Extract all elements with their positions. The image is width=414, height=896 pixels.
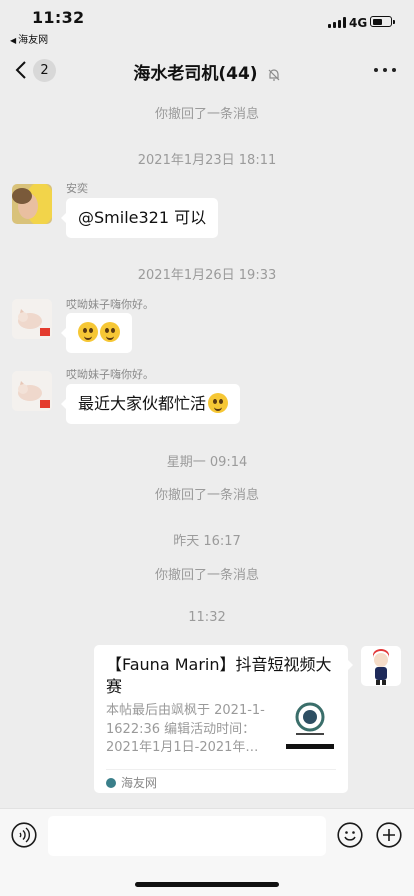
link-card[interactable]: 【Fauna Marin】抖音短视频大赛 本帖最后由飒枫于 2021-1-162… bbox=[94, 645, 353, 793]
source-logo-icon bbox=[106, 777, 116, 788]
flushed-face-emoji-icon bbox=[100, 322, 120, 342]
more-functions-plus-icon[interactable] bbox=[376, 822, 402, 848]
avatar-anyi[interactable] bbox=[12, 184, 52, 224]
sender-name: 安奕 bbox=[66, 182, 88, 195]
timestamp: 2021年1月23日 18:11 bbox=[137, 153, 277, 168]
avatar-self[interactable] bbox=[361, 646, 401, 686]
laughing-tears-emoji-icon bbox=[208, 393, 229, 413]
message-input[interactable] bbox=[48, 816, 326, 856]
chat-header: 2 海水老司机(44) bbox=[0, 46, 414, 94]
chat-title: 海水老司机(44) bbox=[133, 64, 258, 84]
emoji-picker-icon[interactable] bbox=[337, 822, 363, 848]
more-options-icon[interactable] bbox=[374, 68, 396, 74]
back-app-label: 海友网 bbox=[18, 35, 49, 46]
message-bubble[interactable]: 最近大家伙都忙活 bbox=[60, 384, 241, 424]
timestamp: 昨天 16:17 bbox=[173, 534, 241, 549]
avatar-cat[interactable] bbox=[12, 299, 52, 339]
mute-bell-icon bbox=[268, 68, 280, 81]
card-thumbnail-logo bbox=[284, 697, 336, 749]
voice-input-icon[interactable] bbox=[11, 822, 37, 848]
system-message-recalled: 你撤回了一条消息 bbox=[154, 568, 259, 583]
home-indicator[interactable] bbox=[135, 882, 279, 887]
sender-name: 哎呦妹子嗨你好。 bbox=[66, 368, 154, 381]
timestamp: 星期一 09:14 bbox=[166, 455, 248, 470]
avatar-cat[interactable] bbox=[12, 371, 52, 411]
card-description: 本帖最后由飒枫于 2021-1-1622:36 编辑活动时间：2021年1月1日… bbox=[106, 703, 265, 755]
system-message-recalled: 你撤回了一条消息 bbox=[154, 488, 259, 503]
timestamp: 11:32 bbox=[188, 610, 226, 625]
status-bar: 11:32 ◀ 海友网 4G bbox=[0, 0, 414, 46]
signal-icon bbox=[328, 17, 346, 28]
message-bubble[interactable]: @Smile321 可以 bbox=[60, 198, 219, 238]
timestamp: 2021年1月26日 19:33 bbox=[137, 268, 277, 283]
status-time: 11:32 bbox=[32, 8, 85, 27]
card-source-label: 海友网 bbox=[121, 776, 158, 790]
card-title: 【Fauna Marin】抖音短视频大赛 bbox=[106, 655, 332, 696]
message-text: @Smile321 可以 bbox=[78, 208, 207, 227]
battery-icon bbox=[370, 16, 395, 27]
sender-name: 哎呦妹子嗨你好。 bbox=[66, 298, 154, 311]
back-to-app-link[interactable]: ◀ 海友网 bbox=[10, 31, 48, 46]
message-text: 最近大家伙都忙活 bbox=[78, 394, 207, 413]
message-bubble-emoji[interactable] bbox=[61, 313, 132, 353]
input-bar bbox=[0, 808, 414, 896]
network-type: 4G bbox=[349, 16, 368, 30]
system-message-recalled: 你撤回了一条消息 bbox=[154, 107, 259, 122]
back-triangle-icon: ◀ bbox=[10, 36, 17, 45]
flushed-face-emoji-icon bbox=[78, 322, 98, 342]
card-source: 海友网 bbox=[106, 774, 157, 791]
card-divider bbox=[106, 769, 336, 770]
